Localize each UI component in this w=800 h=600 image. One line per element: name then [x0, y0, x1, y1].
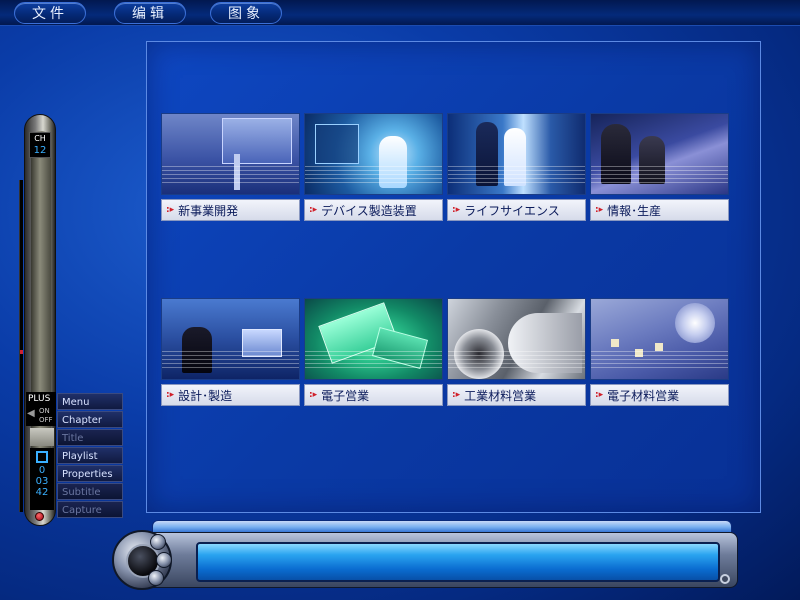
console-display-screen [196, 542, 720, 582]
thumb-label: :▸ 設計･製造 [161, 384, 300, 406]
thumb-label: :▸ 電子営業 [304, 384, 443, 406]
thumb-image-design-workstation [161, 298, 300, 380]
left-position-track[interactable] [19, 180, 23, 512]
arrow-right-icon: :▸ [452, 205, 461, 215]
side-menu-item-menu[interactable]: Menu [57, 393, 123, 410]
chapter-thumb-information-production[interactable]: :▸ 情報･生産 [590, 113, 729, 223]
console-corner-indicator [720, 574, 730, 584]
thumb-label-text: 電子材料営業 [607, 388, 680, 403]
thumb-image-lab-equipment [161, 113, 300, 195]
side-menu-item-title[interactable]: Title [57, 429, 123, 446]
side-menu-item-properties[interactable]: Properties [57, 465, 123, 482]
thumb-image-engineers [590, 113, 729, 195]
menu-bar: 文件 编辑 图象 [0, 0, 800, 26]
arrow-right-icon: :▸ [595, 390, 604, 400]
arrow-right-icon: :▸ [309, 205, 318, 215]
chapter-thumb-electronic-materials-sales[interactable]: :▸ 電子材料営業 [590, 298, 729, 408]
chapter-thumb-life-science[interactable]: :▸ ライフサイエンス [447, 113, 586, 223]
counter-value-1: 0 [38, 465, 46, 476]
thumb-label: :▸ 電子材料営業 [590, 384, 729, 406]
record-button[interactable] [35, 512, 44, 521]
thumb-label: :▸ 新事業開発 [161, 199, 300, 221]
thumb-label-text: デバイス製造装置 [321, 203, 417, 218]
remote-button-segment[interactable] [30, 428, 54, 446]
side-menu-item-chapter[interactable]: Chapter [57, 411, 123, 428]
menu-image-button[interactable]: 图象 [210, 2, 282, 24]
chapter-thumb-design-manufacturing[interactable]: :▸ 設計･製造 [161, 298, 300, 408]
counter-value-3: 42 [35, 487, 49, 498]
thumb-image-researchers [447, 113, 586, 195]
thumb-label-text: 情報･生産 [607, 203, 662, 218]
thumb-label: :▸ ライフサイエンス [447, 199, 586, 221]
on-label: ON [39, 407, 50, 415]
menu-edit-button[interactable]: 编辑 [114, 2, 186, 24]
thumb-label: :▸ 情報･生産 [590, 199, 729, 221]
arrow-right-icon: :▸ [452, 390, 461, 400]
console-ball-button-mid[interactable] [156, 552, 172, 568]
chapter-thumb-new-business[interactable]: :▸ 新事業開発 [161, 113, 300, 223]
arrow-right-icon: :▸ [595, 205, 604, 215]
side-menu-item-capture[interactable]: Capture [57, 501, 123, 518]
thumb-label-text: 工業材料営業 [464, 388, 537, 403]
thumb-label-text: 新事業開発 [178, 203, 239, 218]
menu-file-button[interactable]: 文件 [14, 2, 86, 24]
channel-label: CH [34, 134, 46, 143]
chapter-thumb-device-equipment[interactable]: :▸ デバイス製造装置 [304, 113, 443, 223]
content-panel: :▸ 新事業開発 :▸ デバイス製造装置 :▸ ライフサイエンス :▸ 情報･生… [146, 41, 761, 513]
speaker-icon: ◀ [27, 408, 35, 419]
stop-icon [36, 451, 48, 463]
counter-display: 0 03 42 [30, 448, 54, 510]
thumb-image-cleanroom [304, 113, 443, 195]
console-ball-button-bottom[interactable] [148, 570, 164, 586]
channel-value: 12 [33, 145, 47, 156]
channel-display: CH 12 [29, 132, 51, 158]
thumb-label-text: 設計･製造 [178, 388, 233, 403]
position-marker [20, 350, 23, 354]
thumb-image-material-rolls [447, 298, 586, 380]
thumb-image-electronic-components [590, 298, 729, 380]
console-ball-button-top[interactable] [150, 534, 166, 550]
off-label: OFF [39, 416, 53, 424]
thumb-image-circuit-boards [304, 298, 443, 380]
bottom-console [112, 520, 740, 592]
side-menu-item-playlist[interactable]: Playlist [57, 447, 123, 464]
thumb-label: :▸ 工業材料営業 [447, 384, 586, 406]
arrow-right-icon: :▸ [166, 390, 175, 400]
side-menu-item-subtitle[interactable]: Subtitle [57, 483, 123, 500]
chapter-thumb-industrial-materials-sales[interactable]: :▸ 工業材料営業 [447, 298, 586, 408]
thumb-label: :▸ デバイス製造装置 [304, 199, 443, 221]
plus-label: PLUS [26, 392, 56, 406]
thumb-label-text: 電子営業 [321, 388, 370, 403]
thumb-label-text: ライフサイエンス [464, 203, 560, 218]
power-toggle[interactable]: ◀ ON OFF [26, 406, 56, 426]
arrow-right-icon: :▸ [309, 390, 318, 400]
arrow-right-icon: :▸ [166, 205, 175, 215]
chapter-thumb-electronics-sales[interactable]: :▸ 電子営業 [304, 298, 443, 408]
counter-value-2: 03 [35, 476, 49, 487]
